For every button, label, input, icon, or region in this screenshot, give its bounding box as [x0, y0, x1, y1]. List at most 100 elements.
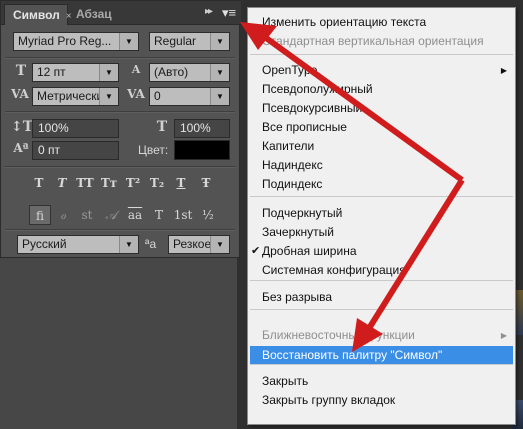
tab-paragraph[interactable]: Абзац — [68, 4, 126, 25]
font-family-value: Myriad Pro Reg... — [18, 34, 112, 48]
submenu-arrow-icon: ▶ — [500, 66, 507, 75]
menu-separator — [250, 196, 513, 197]
menu-separator — [250, 54, 513, 55]
submenu-arrow-icon: ▶ — [500, 331, 507, 340]
panel-menu-icon[interactable]: ▾≡ — [221, 5, 237, 21]
faux-italic-button[interactable]: T — [52, 174, 72, 192]
menu-item-label: Подиндекс — [262, 177, 323, 191]
menu-item-no-break[interactable]: Без разрыва — [248, 288, 515, 307]
menu-item-change-orientation[interactable]: Изменить ориентацию текста — [248, 13, 515, 32]
fractions-button[interactable]: ½ — [197, 205, 219, 225]
character-panel: Символ × Абзац ▸▸ ▾≡ Myriad Pro Reg... ▼ R… — [0, 0, 241, 258]
tracking-icon: VA — [127, 87, 145, 101]
menu-item-label: Системная конфигурация — [262, 263, 406, 277]
ligatures-button[interactable]: fi — [29, 205, 51, 225]
ordinals-button[interactable]: 1st — [172, 205, 194, 225]
leading-field[interactable]: (Авто) ▼ — [149, 63, 230, 82]
divider — [5, 166, 235, 168]
font-family-dropdown[interactable]: Myriad Pro Reg... ▼ — [13, 32, 139, 51]
chevron-down-icon: ▼ — [99, 88, 118, 105]
font-style-value: Regular — [154, 34, 197, 48]
menu-item-opentype[interactable]: OpenType ▶ — [248, 61, 515, 80]
baseline-shift-icon: Aª — [13, 141, 29, 155]
tab-character[interactable]: Символ × — [4, 4, 72, 25]
menu-item-close[interactable]: Закрыть — [248, 372, 515, 391]
menu-item-label: Закрыть группу вкладок — [262, 393, 396, 407]
kerning-value: Метрически — [37, 89, 104, 103]
menu-separator — [250, 309, 513, 310]
divider — [5, 229, 235, 231]
menu-item-faux-bold[interactable]: Псевдополужирный — [248, 80, 515, 99]
menu-item-standard-vertical[interactable]: Стандартная вертикальная ориентация — [248, 32, 515, 51]
divider — [5, 57, 235, 59]
font-style-dropdown[interactable]: Regular ▼ — [149, 32, 230, 51]
menu-item-system-layout[interactable]: Системная конфигурация — [248, 261, 515, 280]
menu-item-label: Все прописные — [262, 120, 347, 134]
font-size-field[interactable]: 12 пт ▼ — [32, 63, 119, 82]
titling-alternates-button[interactable]: T — [148, 205, 170, 225]
chevron-down-icon: ▼ — [210, 64, 229, 81]
font-size-value: 12 пт — [37, 65, 66, 79]
panel-tab-bar: Символ × Абзац ▸▸ ▾≡ — [1, 1, 241, 25]
horizontal-scale-field[interactable]: 100% — [174, 119, 230, 138]
menu-item-fractional-widths[interactable]: ✔ Дробная ширина — [248, 242, 515, 261]
menu-item-superscript[interactable]: Надиндекс — [248, 156, 515, 175]
divider — [5, 111, 235, 113]
menu-item-label: Закрыть — [262, 374, 309, 388]
menu-item-middle-eastern[interactable]: Ближневосточные функции ▶ — [248, 326, 515, 345]
menu-item-label: Надиндекс — [262, 158, 323, 172]
checkmark-icon: ✔ — [251, 245, 261, 257]
menu-item-faux-italic[interactable]: Псевдокурсивный — [248, 99, 515, 118]
tracking-field[interactable]: 0 ▼ — [149, 87, 230, 106]
antialias-dropdown[interactable]: Резкое ▼ — [168, 235, 230, 254]
menu-item-reset-character[interactable]: Восстановить палитру "Символ" — [250, 346, 513, 365]
superscript-button[interactable]: T² — [123, 174, 143, 192]
vertical-scale-field[interactable]: 100% — [32, 119, 119, 138]
menu-item-all-caps[interactable]: Все прописные — [248, 118, 515, 137]
font-size-icon: T — [15, 63, 27, 79]
menu-item-label: Дробная ширина — [262, 244, 357, 258]
menu-item-subscript[interactable]: Подиндекс — [248, 175, 515, 194]
subscript-button[interactable]: T₂ — [147, 174, 167, 192]
leading-icon: A — [131, 63, 141, 76]
chevron-down-icon: ▼ — [119, 236, 138, 253]
antialias-value: Резкое — [173, 237, 212, 251]
underline-button[interactable]: T — [171, 174, 191, 192]
small-caps-button[interactable]: Tᴛ — [99, 174, 119, 192]
menu-item-label: Без разрыва — [262, 290, 333, 304]
strikethrough-button[interactable]: Ŧ — [196, 174, 216, 192]
menu-item-underline[interactable]: Подчеркнутый — [248, 204, 515, 223]
menu-item-label: Изменить ориентацию текста — [262, 15, 427, 29]
menu-item-label: Подчеркнутый — [262, 206, 343, 220]
chevron-down-icon: ▼ — [210, 236, 229, 253]
collapse-panel-icon[interactable]: ▸▸ — [205, 6, 213, 17]
discretionary-ligatures-button[interactable]: ℴ — [52, 205, 74, 225]
menu-item-label: Ближневосточные функции — [262, 328, 415, 342]
language-value: Русский — [22, 237, 67, 251]
kerning-dropdown[interactable]: Метрически ▼ — [32, 87, 119, 106]
chevron-down-icon: ▼ — [99, 64, 118, 81]
stylistic-alternates-button[interactable]: aa — [124, 205, 146, 225]
tab-label: Символ — [13, 8, 60, 22]
menu-separator — [250, 280, 513, 281]
color-label: Цвет: — [138, 143, 169, 157]
menu-item-small-caps[interactable]: Капители — [248, 137, 515, 156]
kerning-icon: VA — [11, 87, 29, 101]
menu-item-label: Капители — [262, 139, 315, 153]
chevron-down-icon: ▼ — [119, 33, 138, 50]
color-swatch[interactable] — [174, 140, 230, 160]
baseline-shift-field[interactable]: 0 пт — [32, 141, 119, 160]
faux-bold-button[interactable]: T — [29, 174, 49, 192]
menu-item-close-tab-group[interactable]: Закрыть группу вкладок — [248, 391, 515, 410]
swash-button[interactable]: 𝒜 — [100, 205, 122, 225]
panel-context-menu: Изменить ориентацию текста Стандартная ве… — [247, 7, 516, 425]
menu-item-strikethrough[interactable]: Зачеркнутый — [248, 223, 515, 242]
contextual-alternates-button[interactable]: st — [76, 205, 98, 225]
menu-separator — [250, 364, 513, 365]
menu-item-label: Псевдополужирный — [262, 82, 373, 96]
antialias-icon: ªa — [145, 237, 157, 251]
all-caps-button[interactable]: TT — [75, 174, 95, 192]
language-dropdown[interactable]: Русский ▼ — [17, 235, 139, 254]
menu-item-label: Зачеркнутый — [262, 225, 334, 239]
chevron-down-icon: ▼ — [210, 88, 229, 105]
